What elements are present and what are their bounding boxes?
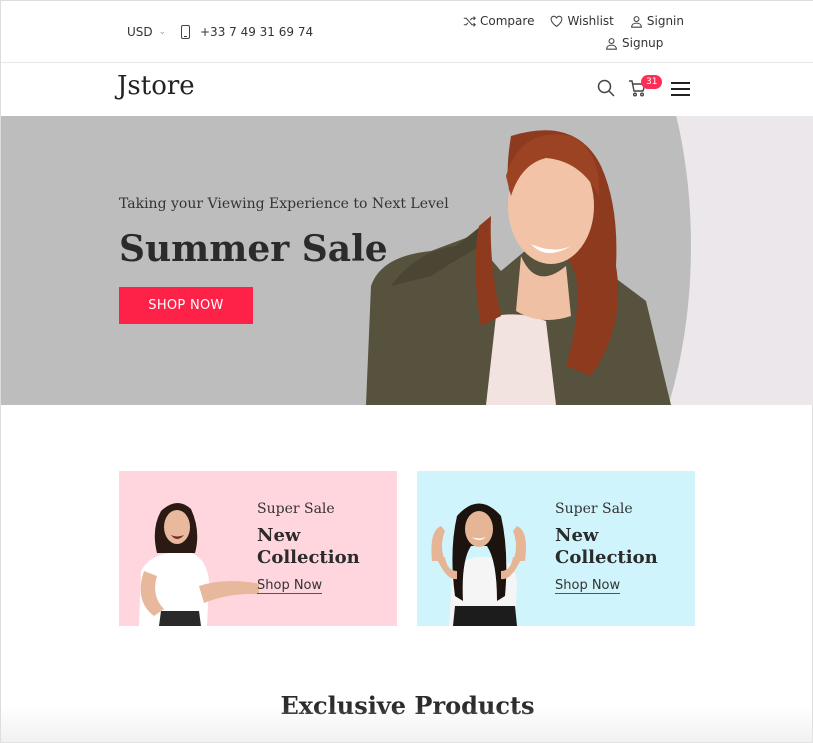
compare-link[interactable]: Compare [463, 14, 534, 28]
chevron-down-icon: ⌄ [158, 27, 167, 37]
banner-title: New Collection [257, 525, 360, 568]
top-links: Compare Wishlist Signin [463, 14, 684, 28]
banner-shop-now-link[interactable]: Shop Now [257, 578, 323, 594]
phone-contact: +33 7 49 31 69 74 [181, 25, 313, 39]
signin-label: Signin [646, 14, 684, 28]
signup-label: Signup [622, 36, 664, 50]
banner-subtitle: Super Sale [555, 501, 633, 517]
promo-banner-1[interactable]: Super Sale New Collection Shop Now [119, 471, 397, 626]
user-icon [606, 37, 617, 50]
hero-model-image [366, 130, 671, 405]
banner-model-image [431, 503, 526, 626]
shuffle-icon [463, 15, 476, 27]
main-navbar: Jstore 31 [1, 63, 813, 116]
currency-label: USD [127, 25, 153, 39]
wishlist-label: Wishlist [567, 14, 614, 28]
currency-selector[interactable]: USD ⌄ [127, 25, 166, 39]
search-icon[interactable] [597, 79, 615, 97]
promo-banner-2[interactable]: Super Sale New Collection Shop Now [417, 471, 695, 626]
section-title: Exclusive Products [280, 691, 535, 720]
cart-count-badge: 31 [641, 75, 663, 89]
wishlist-link[interactable]: Wishlist [550, 14, 614, 28]
phone-number: +33 7 49 31 69 74 [200, 25, 314, 39]
menu-icon[interactable] [671, 82, 690, 100]
shop-now-button[interactable]: SHOP NOW [119, 287, 253, 324]
hero-title: Summer Sale [119, 228, 388, 270]
user-icon [630, 15, 642, 28]
banner-model-image [139, 502, 259, 626]
signup-link[interactable]: Signup [605, 36, 663, 50]
phone-icon [181, 25, 190, 39]
site-logo[interactable]: Jstore [117, 71, 195, 101]
hero-banner: Taking your Viewing Experience to Next L… [1, 116, 813, 405]
banner-title: New Collection [555, 525, 658, 568]
top-bar: USD ⌄ +33 7 49 31 69 74 Compare Wishlist… [1, 1, 813, 63]
signin-link[interactable]: Signin [630, 14, 684, 28]
compare-label: Compare [480, 14, 535, 28]
hero-subtitle: Taking your Viewing Experience to Next L… [119, 196, 449, 212]
banner-shop-now-link[interactable]: Shop Now [555, 578, 621, 594]
banner-subtitle: Super Sale [257, 501, 335, 517]
heart-icon [551, 15, 563, 27]
